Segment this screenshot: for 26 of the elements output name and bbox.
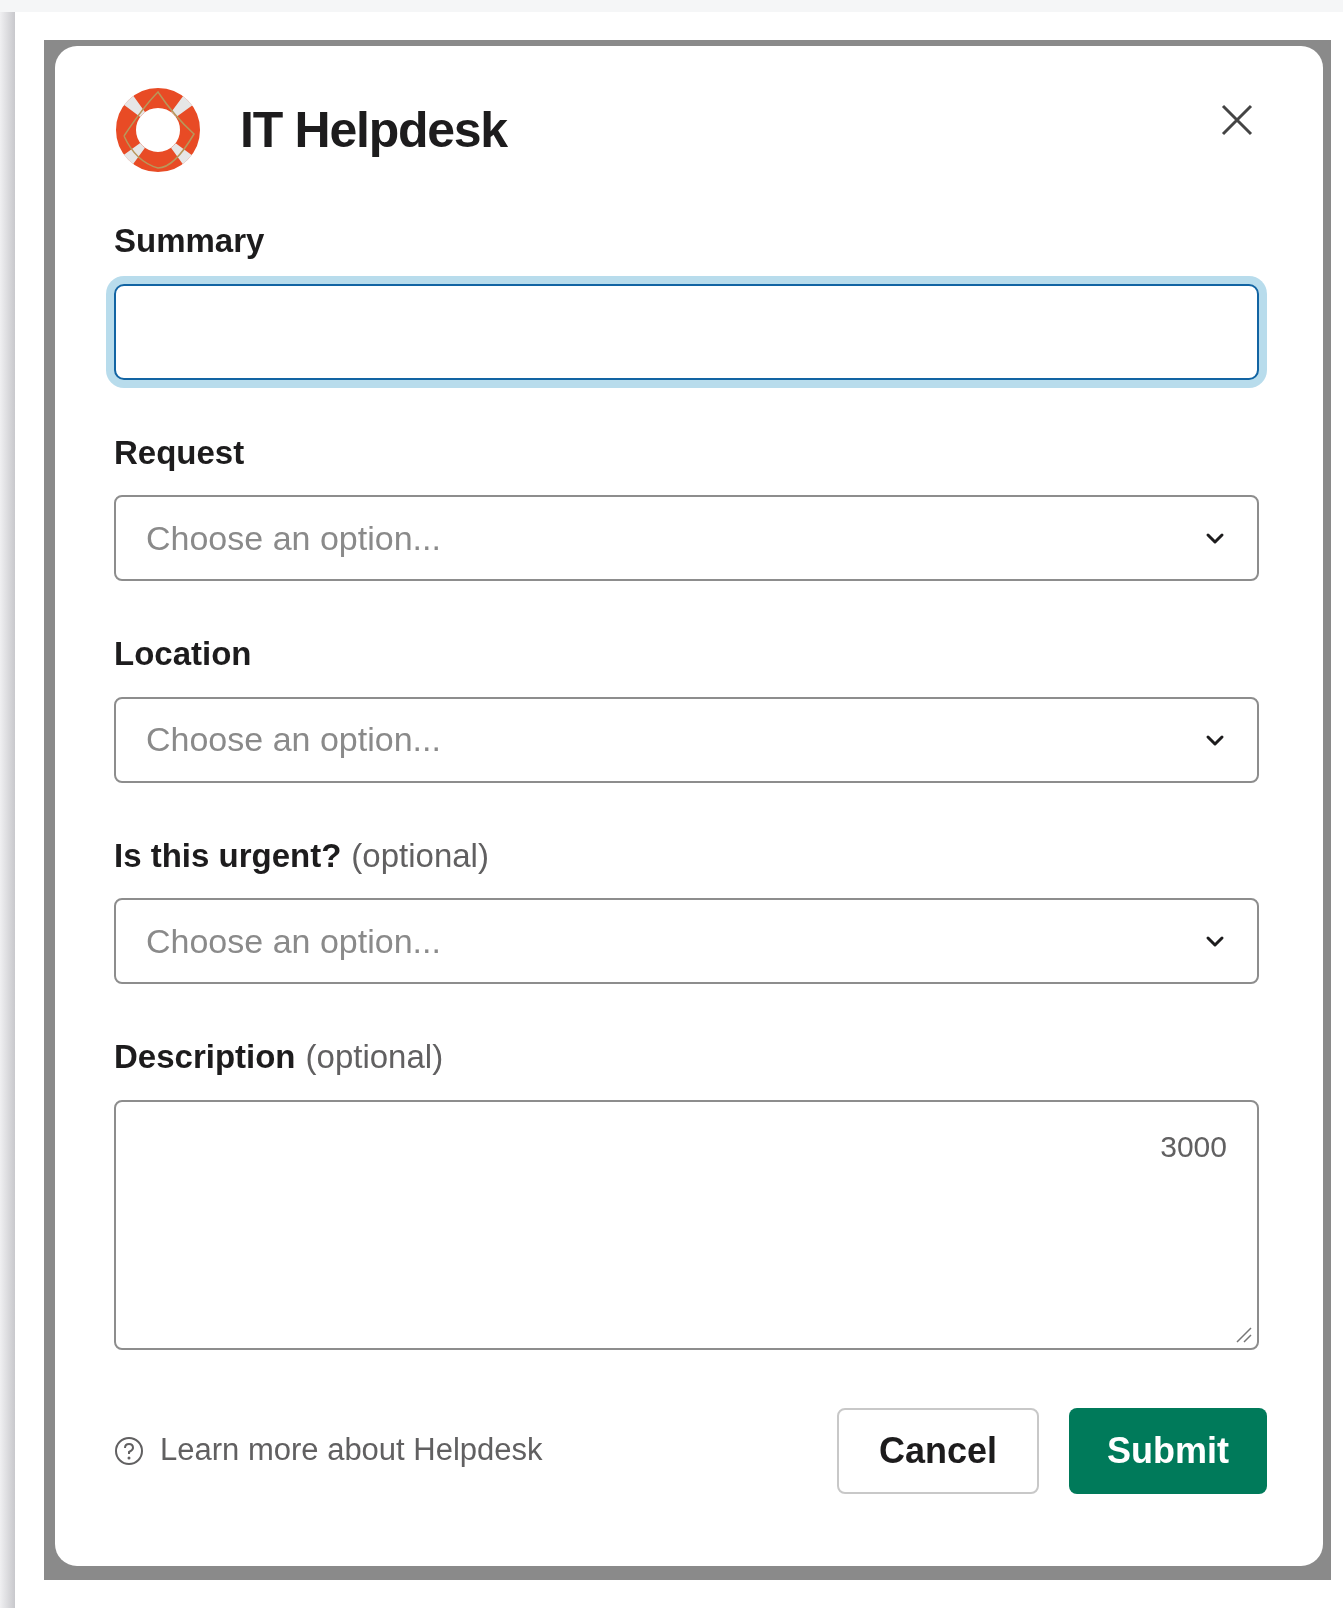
modal-title: IT Helpdesk bbox=[240, 100, 507, 160]
cancel-button[interactable]: Cancel bbox=[836, 1407, 1039, 1494]
optional-label: (optional) bbox=[305, 1037, 444, 1077]
learn-more-link[interactable]: Learn more about Helpdesk bbox=[114, 1427, 543, 1474]
select-placeholder: Choose an option... bbox=[146, 920, 441, 962]
field-label: Location bbox=[114, 634, 252, 674]
summary-field[interactable] bbox=[114, 283, 1259, 380]
description-field[interactable]: 3000 bbox=[114, 1099, 1259, 1350]
submit-button[interactable]: Submit bbox=[1069, 1407, 1267, 1494]
chevron-down-icon bbox=[1205, 934, 1225, 948]
field-label: Summary bbox=[114, 221, 265, 261]
select-dropdown[interactable]: Choose an option... bbox=[114, 495, 1259, 581]
close-icon bbox=[1220, 103, 1254, 137]
life-ring-icon bbox=[114, 86, 202, 174]
optional-label: (optional) bbox=[351, 835, 489, 876]
chevron-down-icon bbox=[1205, 531, 1225, 545]
resize-handle-icon bbox=[1235, 1325, 1253, 1344]
select-dropdown[interactable]: Choose an option... bbox=[114, 696, 1259, 783]
field-label: Is this urgent? bbox=[114, 835, 342, 876]
character-counter: 3000 bbox=[1160, 1128, 1227, 1165]
select-placeholder: Choose an option... bbox=[146, 719, 441, 760]
select-placeholder: Choose an option... bbox=[146, 517, 441, 559]
field-label: Description bbox=[114, 1037, 296, 1077]
field-label: Request bbox=[114, 432, 245, 473]
help-icon bbox=[114, 1435, 144, 1466]
select-dropdown[interactable]: Choose an option... bbox=[114, 898, 1259, 984]
